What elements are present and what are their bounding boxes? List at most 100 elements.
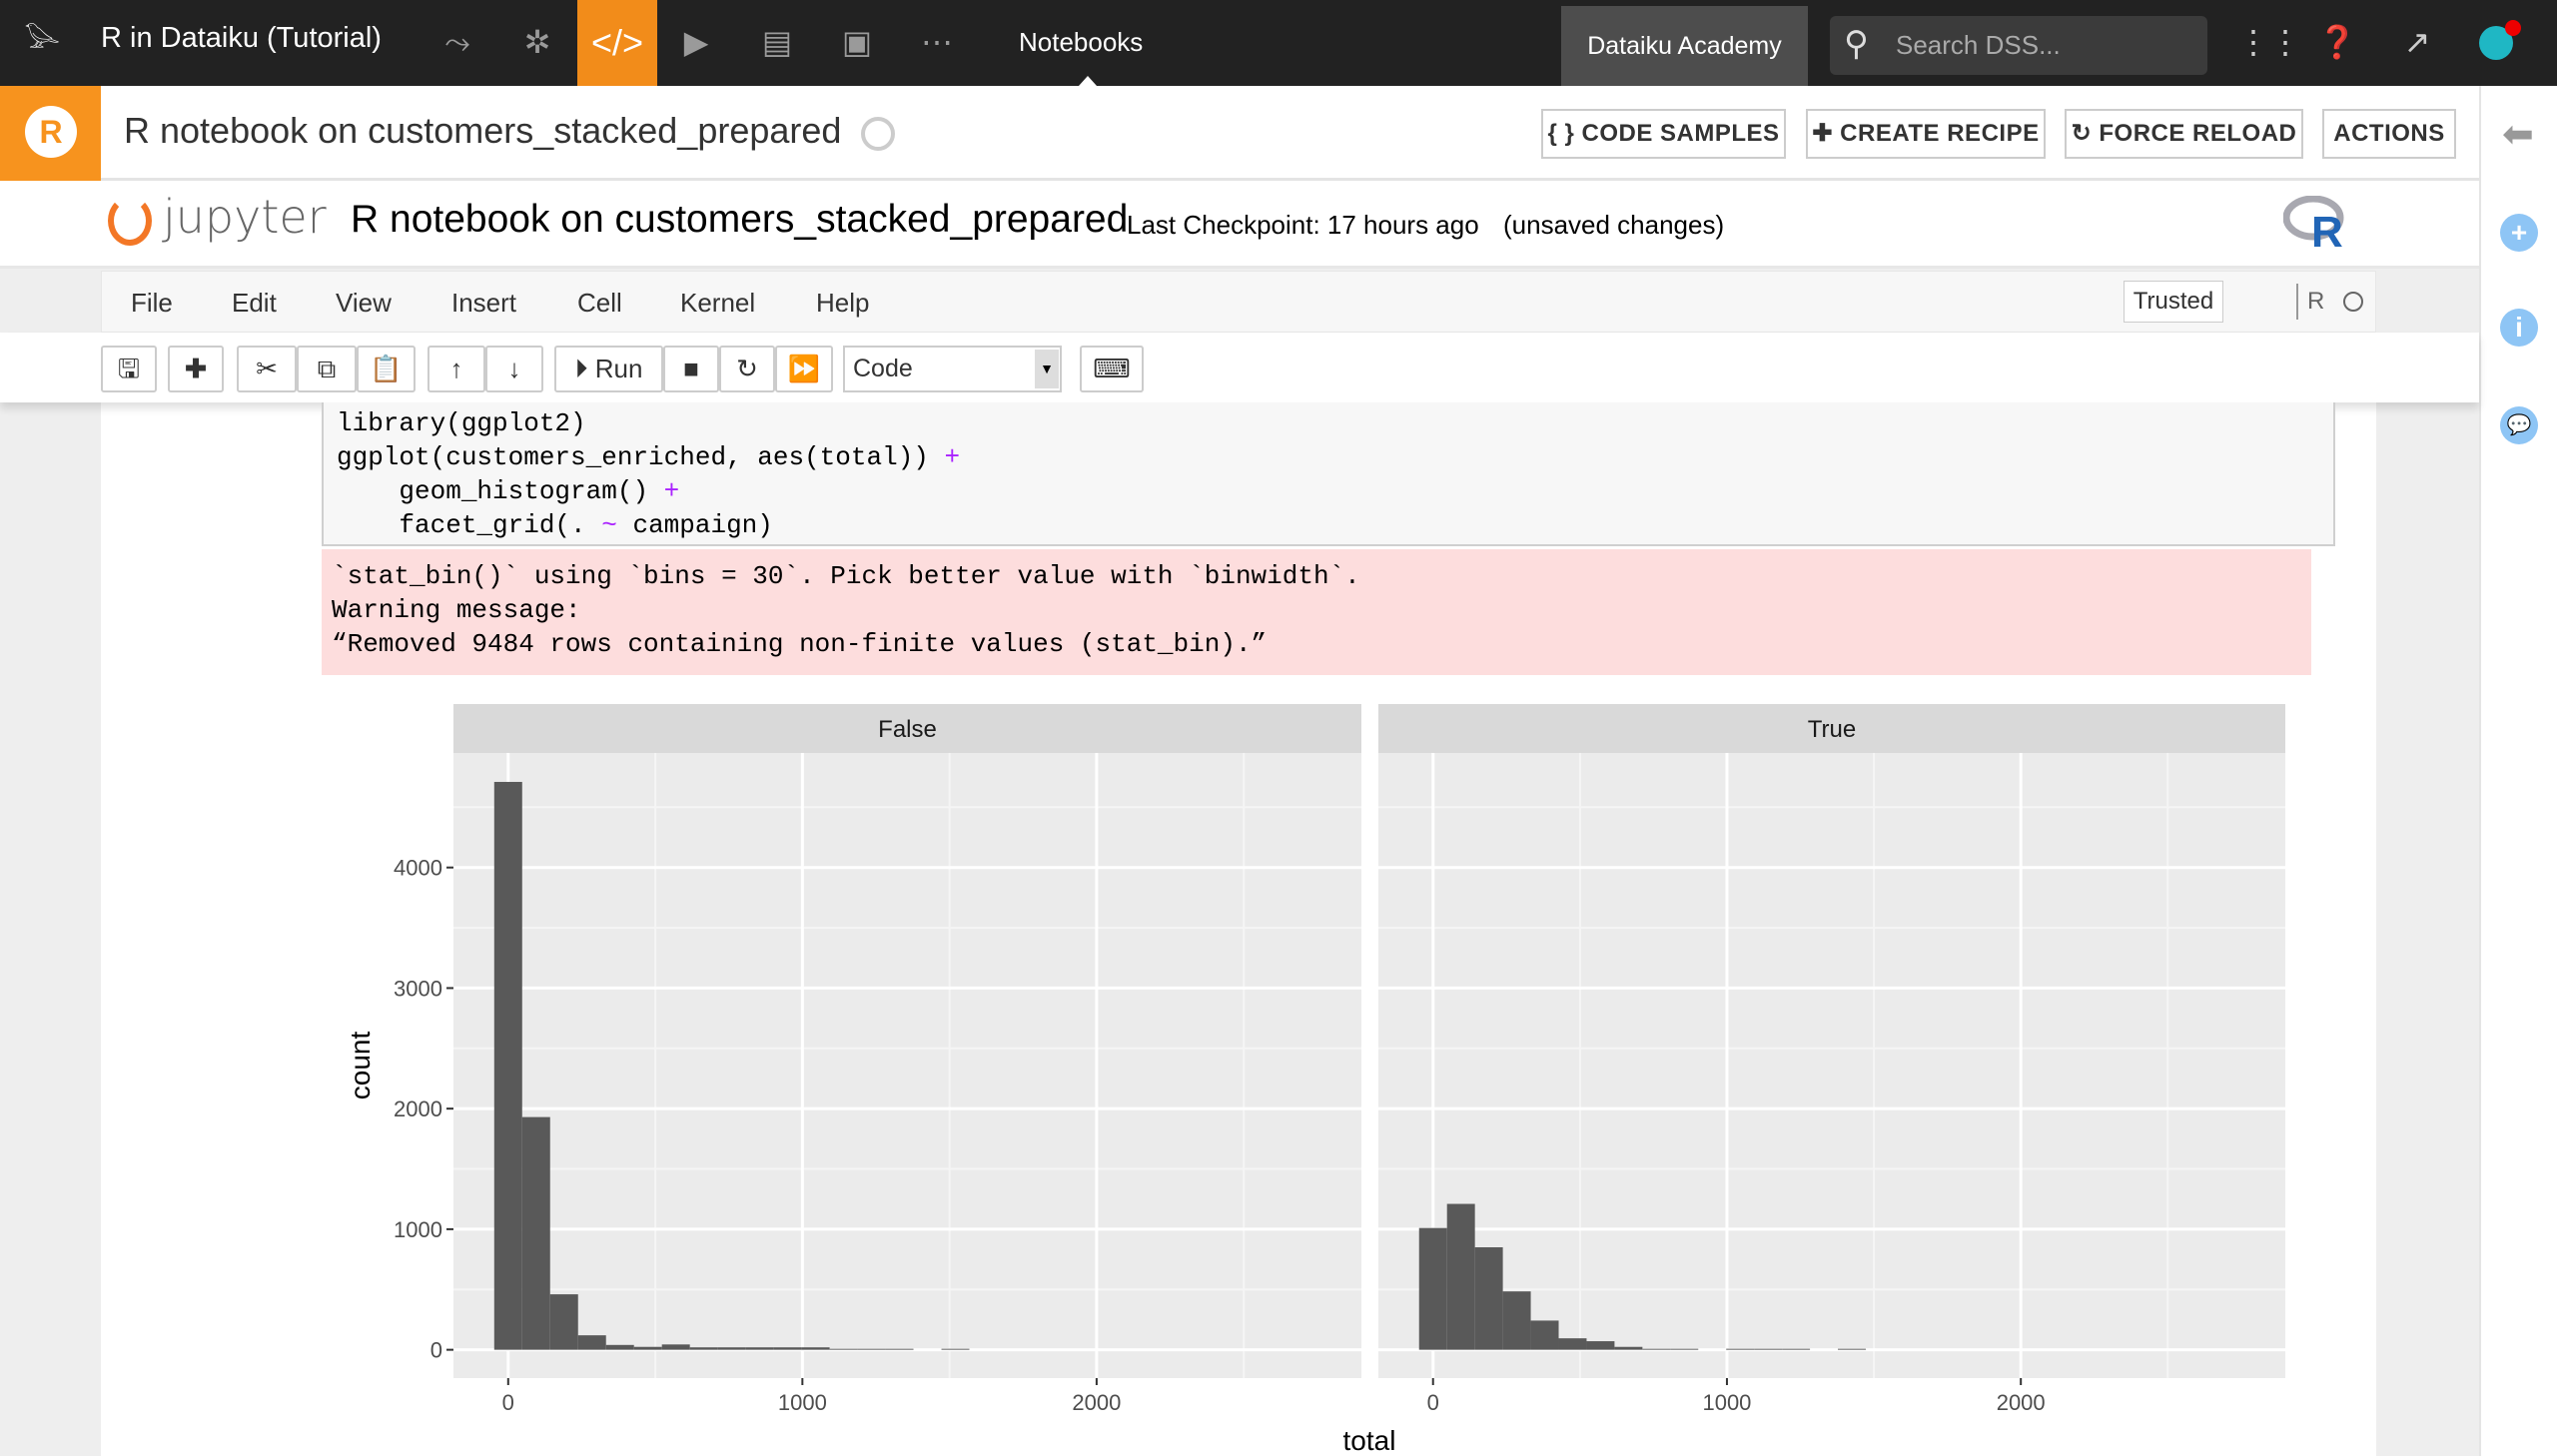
save-button[interactable]: 🖫	[101, 346, 157, 392]
step-icon: ⏵	[574, 354, 588, 383]
top-navbar: 𓅪 R in Dataiku (Tutorial) ⤳ ✲ </> ▶ ▤ ▣ …	[0, 0, 2557, 86]
histogram-bar	[1614, 1346, 1643, 1350]
histogram-bar	[941, 1348, 970, 1350]
dataiku-bird-logo-icon[interactable]: 𓅪	[22, 22, 62, 62]
plus-icon: ✚	[185, 354, 207, 383]
restart-run-all-button[interactable]: ⏩	[775, 346, 833, 392]
apps-grid-icon[interactable]: ⋮⋮	[2237, 22, 2301, 62]
insert-cell-button[interactable]: ✚	[168, 346, 224, 392]
menu-view[interactable]: View	[336, 288, 392, 319]
star-icon[interactable]	[861, 117, 895, 151]
command-palette-button[interactable]: ⌨	[1080, 346, 1144, 392]
create-recipe-button[interactable]: ✚ CREATE RECIPE	[1806, 109, 2046, 159]
code-samples-button[interactable]: { } CODE SAMPLES	[1541, 109, 1786, 159]
paste-button[interactable]: 📋	[357, 346, 416, 392]
copy-button[interactable]: ⧉	[297, 346, 357, 392]
r-language-icon: R	[25, 106, 77, 158]
code-line: geom_histogram() +	[337, 476, 679, 506]
menu-cell[interactable]: Cell	[577, 288, 622, 319]
kernel-name: R	[2307, 288, 2325, 315]
unsaved-status: (unsaved changes)	[1503, 210, 1725, 240]
code-icon[interactable]: </>	[577, 0, 657, 86]
activity-icon[interactable]: ↗	[2397, 22, 2437, 62]
histogram-bar	[661, 1344, 690, 1350]
x-tick-label: 0	[502, 1390, 514, 1415]
deploy-icon[interactable]: ▤	[757, 22, 797, 62]
restart-button[interactable]: ↻	[719, 346, 775, 392]
menu-bar	[101, 271, 2376, 333]
menu-kernel[interactable]: Kernel	[680, 288, 755, 319]
force-reload-button[interactable]: ↻ FORCE RELOAD	[2065, 109, 2303, 159]
code-text: ggplot(customers_enriched, aes(total))	[337, 442, 945, 472]
add-icon[interactable]: +	[2500, 214, 2538, 252]
histogram-bar	[493, 781, 522, 1350]
code-cell-input[interactable]: library(ggplot2) ggplot(customers_enriche…	[322, 402, 2335, 546]
help-icon[interactable]: ❓	[2317, 22, 2357, 62]
notebooks-tab[interactable]: Notebooks	[1019, 27, 1143, 58]
paste-icon: 📋	[370, 354, 403, 383]
y-tick-label: 1000	[394, 1217, 442, 1242]
lab-icon[interactable]: ✲	[517, 22, 557, 62]
x-tick-label: 0	[1427, 1390, 1439, 1415]
stderr-line: `stat_bin()` using `bins = 30`. Pick bet…	[332, 561, 1360, 591]
x-tick-label: 1000	[1702, 1390, 1751, 1415]
r-kernel-logo-icon: R	[2283, 196, 2344, 248]
histogram-bar	[577, 1335, 606, 1350]
checkpoint-status: Last Checkpoint: 17 hours ago	[1127, 210, 1479, 240]
histogram-bar	[1586, 1341, 1615, 1350]
flow-icon[interactable]: ⤳	[437, 22, 477, 62]
histogram-bar	[773, 1347, 802, 1350]
histogram-bar	[857, 1348, 886, 1350]
run-icon[interactable]: ▶	[676, 22, 716, 62]
search-input[interactable]: Search DSS...	[1830, 16, 2207, 75]
notification-badge	[2505, 20, 2521, 36]
chevron-down-icon[interactable]: ▼	[1035, 350, 1059, 388]
x-tick-label: 1000	[778, 1390, 827, 1415]
stderr-line: Warning message:	[332, 595, 581, 625]
code-line: ggplot(customers_enriched, aes(total)) +	[337, 442, 960, 472]
save-icon: 🖫	[117, 354, 141, 383]
menu-insert[interactable]: Insert	[451, 288, 516, 319]
histogram-bar	[633, 1346, 662, 1350]
comment-icon[interactable]: 💬	[2500, 406, 2538, 444]
move-down-button[interactable]: ↓	[485, 346, 543, 392]
project-title[interactable]: R in Dataiku (Tutorial)	[101, 22, 382, 55]
code-text: campaign)	[616, 510, 773, 540]
info-icon[interactable]: i	[2500, 309, 2538, 347]
histogram-bar	[829, 1348, 858, 1350]
histogram-bar	[1838, 1348, 1866, 1350]
cut-button[interactable]: ✂	[237, 346, 297, 392]
cell-type-select[interactable]: Code	[843, 346, 1062, 392]
histogram-bar	[1530, 1320, 1559, 1350]
menu-edit[interactable]: Edit	[232, 288, 277, 319]
code-operator: +	[944, 442, 961, 472]
code-line: facet_grid(. ~ campaign)	[337, 510, 773, 540]
run-button[interactable]: ⏵ Run	[554, 346, 663, 392]
cell-stderr-output: `stat_bin()` using `bins = 30`. Pick bet…	[322, 549, 2311, 675]
histogram-bar	[1558, 1338, 1587, 1350]
interrupt-button[interactable]: ■	[663, 346, 719, 392]
actions-button[interactable]: ACTIONS	[2322, 109, 2456, 159]
menu-file[interactable]: File	[131, 288, 173, 319]
histogram-bar	[1726, 1348, 1755, 1350]
right-sidebar	[2479, 86, 2557, 1456]
histogram-bar	[689, 1347, 718, 1350]
dashboard-icon[interactable]: ▣	[837, 22, 877, 62]
dataiku-academy-link[interactable]: Dataiku Academy	[1561, 6, 1808, 86]
page-title: R notebook on customers_stacked_prepared	[124, 110, 842, 151]
menu-help[interactable]: Help	[816, 288, 869, 319]
x-tick-label: 2000	[1072, 1390, 1121, 1415]
more-icon[interactable]: ⋯	[917, 22, 957, 62]
x-axis-label: total	[1343, 1425, 1396, 1456]
run-label: Run	[594, 354, 643, 383]
notebook-name[interactable]: R notebook on customers_stacked_prepared	[351, 198, 1128, 242]
kernel-idle-icon	[2343, 292, 2363, 312]
back-arrow-icon[interactable]: ⬅	[2502, 112, 2534, 157]
histogram-bar	[521, 1116, 550, 1350]
histogram-bar	[1418, 1227, 1447, 1350]
facet-label: True	[1808, 716, 1856, 743]
trusted-indicator[interactable]: Trusted	[2124, 281, 2223, 323]
histogram-bar	[801, 1347, 830, 1350]
move-up-button[interactable]: ↑	[427, 346, 485, 392]
active-tab-caret	[1079, 76, 1097, 86]
